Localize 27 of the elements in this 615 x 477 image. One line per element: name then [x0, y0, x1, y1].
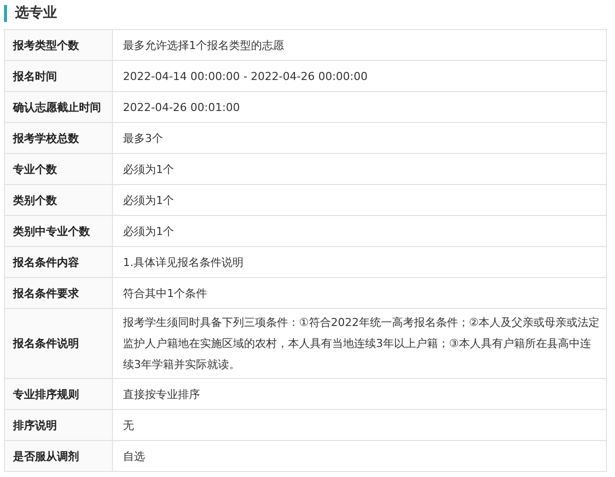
field-value: 直接按专业排序	[112, 378, 606, 410]
field-label: 报考学校总数	[4, 122, 112, 154]
field-label: 排序说明	[4, 410, 112, 440]
field-value: 1.具体详见报名条件说明	[112, 246, 606, 278]
field-value: 自选	[112, 440, 606, 472]
field-label: 报名条件要求	[4, 278, 112, 308]
field-label: 类别个数	[4, 184, 112, 216]
field-label: 报名条件说明	[4, 308, 112, 378]
section-title: 选专业	[4, 5, 57, 22]
field-value: 必须为1个	[112, 154, 606, 184]
field-label: 报考类型个数	[4, 30, 112, 60]
field-label: 报名时间	[4, 60, 112, 92]
field-value: 必须为1个	[112, 216, 606, 246]
field-value: 最多允许选择1个报名类型的志愿	[112, 30, 606, 60]
field-value: 符合其中1个条件	[112, 278, 606, 308]
field-label: 是否服从调剂	[4, 440, 112, 472]
field-value: 2022-04-26 00:01:00	[112, 92, 606, 122]
field-label: 确认志愿截止时间	[4, 92, 112, 122]
field-label: 专业排序规则	[4, 378, 112, 410]
field-label: 类别中专业个数	[4, 216, 112, 246]
field-label: 专业个数	[4, 154, 112, 184]
field-value: 报考学生须同时具备下列三项条件：①符合2022年统一高考报名条件；②本人及父亲或母亲或法定监护人户籍地在实施区域的农村，本人具有当地连续3年以上户籍；③本人具有户籍所在县高中连续3年学籍并实际就读。	[112, 308, 606, 378]
field-value: 无	[112, 410, 606, 440]
field-label: 报名条件内容	[4, 246, 112, 278]
field-value: 必须为1个	[112, 184, 606, 216]
field-value: 2022-04-14 00:00:00 - 2022-04-26 00:00:00	[112, 60, 606, 92]
field-value: 最多3个	[112, 122, 606, 154]
